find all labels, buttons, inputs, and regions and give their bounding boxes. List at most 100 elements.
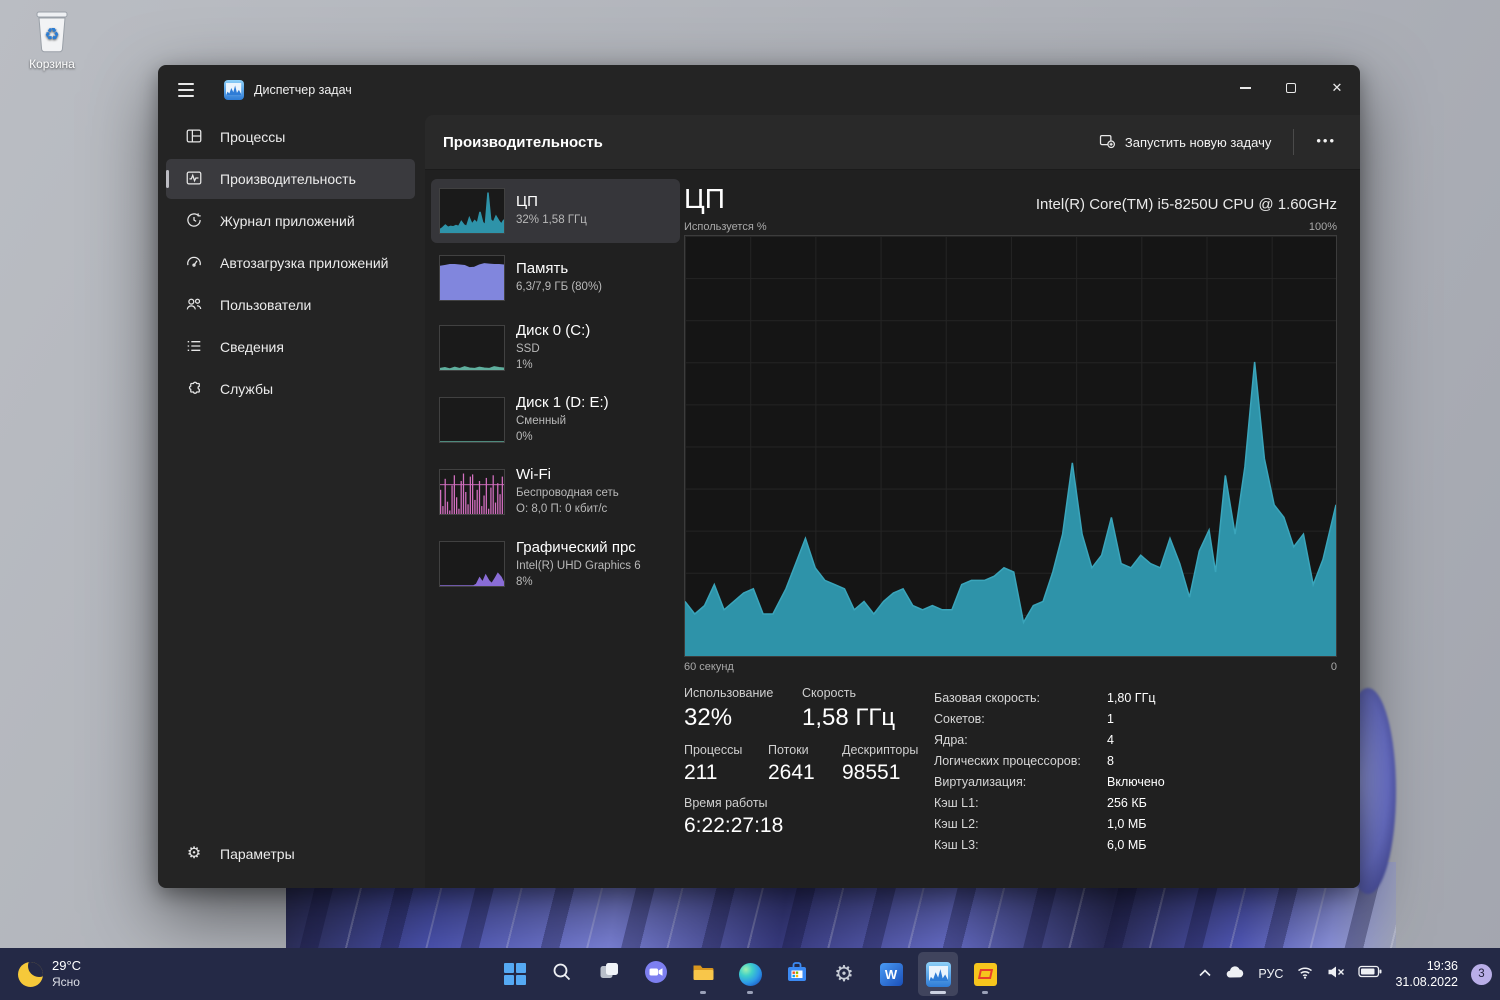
new-task-icon [1098,132,1116,153]
page-title: Производительность [443,133,603,151]
processes-icon [185,127,203,148]
disk0-mini-graph [439,324,505,371]
svg-text:♻: ♻ [44,25,59,44]
taskbar: 29°C Ясно ⚙ W РУС 19:36 31.08.2022 3 [0,948,1500,1000]
cpu-detail-pane: ЦП Intel(R) Core(TM) i5-8250U CPU @ 1.60… [684,171,1337,888]
sidebar-item-label: Производительность [220,171,356,187]
minimize-button[interactable] [1222,65,1268,111]
language-indicator[interactable]: РУС [1258,967,1283,981]
start-button[interactable] [495,952,535,996]
sidebar-item-processes[interactable]: Процессы [166,117,415,157]
weather-widget[interactable]: 29°C Ясно [10,948,89,1000]
sidebar-item-settings[interactable]: ⚙ Параметры [166,834,415,874]
tile-gpu[interactable]: Графический прс Intel(R) UHD Graphics 6 … [431,530,680,599]
sidebar-item-label: Журнал приложений [220,213,355,229]
sidebar-item-label: Сведения [220,339,284,355]
tray-chevron-up-icon[interactable] [1198,965,1212,983]
app-title: Диспетчер задач [224,80,352,100]
cpu-mini-graph [439,188,505,234]
sidebar-item-label: Пользователи [220,297,312,313]
close-button[interactable]: ✕ [1314,65,1360,111]
task-manager-window: Диспетчер задач ✕ Процессы Производитель… [158,65,1360,888]
threads-label: Потоки [768,743,809,757]
sidebar-item-services[interactable]: Службы [166,369,415,409]
uptime-label: Время работы [684,796,768,810]
sidebar-item-users[interactable]: Пользователи [166,285,415,325]
processes-value: 211 [684,761,718,784]
recycle-bin[interactable]: ♻ Корзина [12,8,92,71]
sidebar-item-performance[interactable]: Производительность [166,159,415,199]
desktop: ♻ Корзина Диспетчер задач ✕ Процессы Про… [0,0,1500,1000]
gear-icon: ⚙ [834,961,854,986]
chat-icon [644,960,668,989]
sidebar-item-details[interactable]: Сведения [166,327,415,367]
speed-value: 1,58 ГГц [802,704,896,731]
speed-label: Скорость [802,686,856,700]
task-view-button[interactable] [589,952,629,996]
volume-muted-icon[interactable] [1327,965,1345,984]
word-button[interactable]: W [871,952,911,996]
weather-condition: Ясно [52,974,80,989]
header-divider [1293,129,1295,155]
cpu-spec-list: Базовая скорость: 1,80 ГГц Сокетов: 1 Ядра… [934,690,1165,852]
hamburger-menu-icon[interactable] [178,75,208,105]
windows-logo-icon [504,963,526,985]
startup-icon [185,253,203,274]
chat-button[interactable] [636,952,676,996]
details-icon [185,337,203,358]
edge-browser-button[interactable] [730,952,770,996]
tile-cpu[interactable]: ЦП 32% 1,58 ГГц [431,179,680,243]
memory-mini-graph [439,255,505,301]
sidebar-item-startup-apps[interactable]: Автозагрузка приложений [166,243,415,283]
y-axis-max: 100% [1308,221,1337,233]
battery-icon[interactable] [1358,964,1382,984]
processes-label: Процессы [684,743,743,757]
sidebar-item-app-history[interactable]: Журнал приложений [166,201,415,241]
tile-wifi[interactable]: Wi-Fi Беспроводная сеть О: 8,0 П: 0 кбит… [431,457,680,526]
cpu-usage-graph[interactable] [684,235,1337,657]
tile-disk1[interactable]: Диск 1 (D: E:) Сменный 0% [431,385,680,454]
word-icon: W [879,962,903,986]
x-axis-left: 60 секунд [684,661,734,673]
users-icon [185,295,203,316]
performance-icon [185,169,203,190]
more-options-button[interactable]: ••• [1306,129,1346,156]
uptime-value: 6:22:27:18 [684,814,784,837]
cpu-heading: ЦП [684,183,725,214]
search-icon [551,961,573,988]
notification-badge[interactable]: 3 [1471,963,1492,985]
recycle-bin-icon: ♻ [12,8,92,54]
recorder-icon [973,962,997,986]
onedrive-cloud-icon[interactable] [1225,964,1245,985]
task-manager-icon [224,80,244,100]
services-icon [185,379,203,400]
threads-value: 2641 [768,761,815,784]
settings-button[interactable]: ⚙ [824,952,864,996]
date: 31.08.2022 [1395,975,1458,989]
cpu-model-name: Intel(R) Core(TM) i5-8250U CPU @ 1.60GHz [1035,196,1337,213]
microsoft-store-button[interactable] [777,952,817,996]
gear-icon: ⚙ [186,845,202,862]
task-view-icon [598,960,621,988]
usage-label: Использование [684,686,774,700]
tile-memory[interactable]: Память 6,3/7,9 ГБ (80%) [431,246,680,310]
wifi-icon[interactable] [1296,964,1314,985]
tile-disk0[interactable]: Диск 0 (C:) SSD 1% [431,313,680,382]
usage-value: 32% [684,704,733,731]
store-icon [785,960,809,989]
search-button[interactable] [542,952,582,996]
screen-recorder-button[interactable] [965,952,1005,996]
run-new-task-button[interactable]: Запустить новую задачу [1088,125,1281,160]
file-explorer-button[interactable] [683,952,723,996]
titlebar: Диспетчер задач ✕ [158,65,1360,115]
content-header: Производительность Запустить новую задач… [425,115,1360,170]
maximize-button[interactable] [1268,65,1314,111]
window-title: Диспетчер задач [254,83,352,97]
sidebar-item-label: Автозагрузка приложений [220,255,389,271]
clock[interactable]: 19:36 31.08.2022 [1395,958,1458,991]
folder-icon [691,960,715,989]
task-manager-icon [925,961,951,987]
task-manager-taskbar-button[interactable] [918,952,958,996]
weather-temp: 29°C [52,958,82,974]
sidebar-item-label: Параметры [220,846,295,862]
